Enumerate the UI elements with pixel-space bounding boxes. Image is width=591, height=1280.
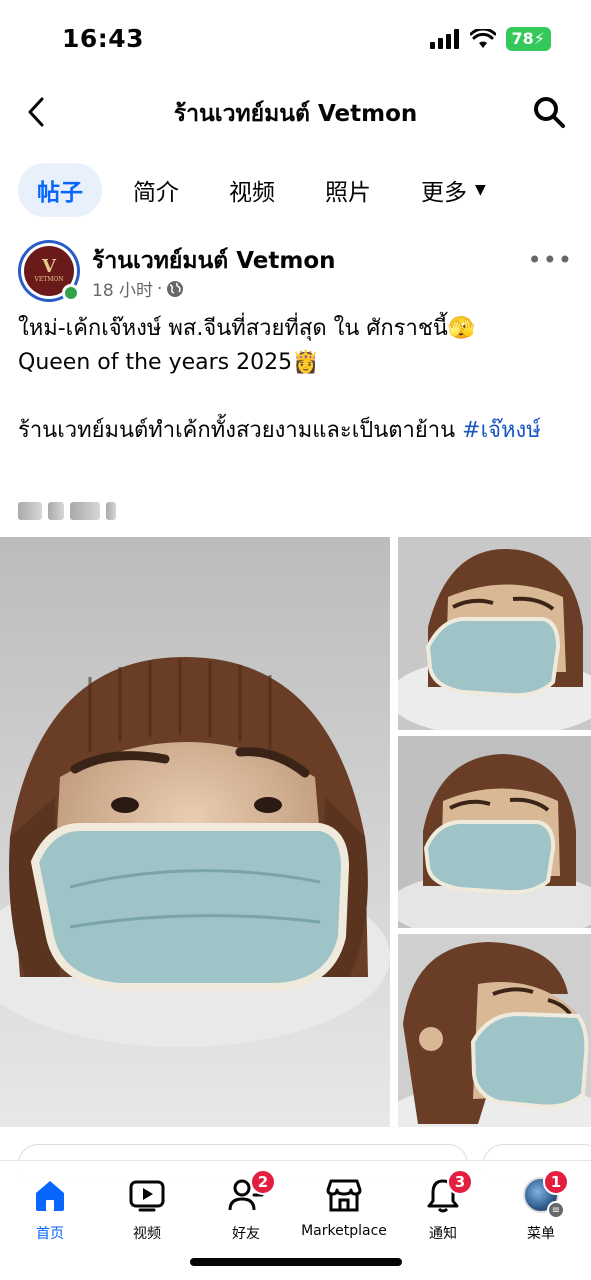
post-line-3: ร้านเวทย์มนต์ทำเค้กทั้งสวยงามและเป็นตาย้…	[18, 418, 463, 443]
status-time: 16:43	[62, 24, 145, 53]
logo-mark: V	[42, 256, 56, 277]
post-line: Queen of the years 2025👸	[18, 346, 574, 380]
cake-photo	[398, 537, 591, 730]
notification-badge: 2	[250, 1169, 276, 1195]
profile-tabs: 帖子 简介 视频 照片 更多 ▼	[18, 162, 517, 218]
globe-icon	[167, 280, 184, 297]
post-line-1: ใหม่-เค้กเจ๊หงษ์ พส.จีนที่สวยที่สุด ใน ศ…	[18, 316, 448, 341]
tab-more[interactable]: 更多 ▼	[402, 163, 505, 217]
post-line-2: Queen of the years 2025	[18, 350, 293, 375]
nav-friends[interactable]: 2 好友	[196, 1169, 296, 1255]
signal-icon	[429, 29, 459, 49]
back-button[interactable]	[18, 92, 54, 132]
nav-marketplace[interactable]: Marketplace	[294, 1175, 394, 1255]
tab-label: 更多	[421, 180, 467, 206]
home-icon	[36, 1181, 64, 1211]
post-photo-thumb-3[interactable]	[398, 934, 591, 1127]
logo-wordmark: VETMON	[34, 276, 64, 283]
search-icon	[534, 97, 565, 128]
tab-videos[interactable]: 视频	[210, 163, 294, 217]
nav-label: 通知	[429, 1226, 457, 1242]
see-translation-link[interactable]	[18, 500, 118, 522]
post-line: ใหม่-เค้กเจ๊หงษ์ พส.จีนที่สวยที่สุด ใน ศ…	[18, 312, 574, 346]
battery-level: 78	[511, 29, 534, 48]
tab-label: 简介	[133, 180, 179, 206]
post-line: ร้านเวทย์มนต์ทำเค้กทั้งสวยงามและเป็นตาย้…	[18, 414, 574, 448]
notification-badge: 3	[447, 1169, 473, 1195]
hashtag-link[interactable]: #เจ๊หงษ์	[462, 418, 541, 443]
battery-indicator: 78⚡	[505, 27, 551, 51]
wifi-icon	[469, 29, 496, 48]
tab-about[interactable]: 简介	[114, 163, 198, 217]
nav-label: 视频	[133, 1226, 161, 1242]
post-author[interactable]: ร้านเวทย์มนต์ Vetmon	[92, 243, 336, 279]
post-photo-main[interactable]	[0, 537, 390, 1127]
marketplace-icon	[326, 1179, 362, 1212]
nav-label: 好友	[232, 1226, 260, 1242]
nav-video[interactable]: 视频	[97, 1175, 197, 1255]
tab-posts[interactable]: 帖子	[18, 163, 102, 217]
online-status-dot	[62, 284, 80, 302]
nav-menu[interactable]: ≡ 1 菜单	[491, 1169, 591, 1255]
caret-down-icon: ▼	[475, 182, 486, 198]
page-header: ร้านเวทย์มนต์ Vetmon	[0, 80, 591, 142]
nav-label: 菜单	[527, 1226, 555, 1242]
princess-emoji-icon: 👸	[292, 350, 320, 375]
cake-photo	[0, 537, 390, 1127]
menu-icon: ≡	[547, 1201, 565, 1219]
charging-icon: ⚡	[533, 29, 545, 48]
chevron-left-icon	[28, 97, 44, 127]
nav-label: 首页	[36, 1226, 64, 1242]
post-header: V VETMON ร้านเวทย์มนต์ Vetmon 18 小时 · ••…	[18, 238, 573, 304]
tab-label: 视频	[229, 180, 275, 206]
nav-label: Marketplace	[301, 1223, 387, 1239]
status-bar: 16:43 78⚡	[0, 0, 591, 78]
photo-grid	[0, 537, 591, 1127]
post-time[interactable]: 18 小时	[92, 276, 153, 301]
more-options-button[interactable]: •••	[528, 246, 573, 274]
notification-badge: 1	[543, 1169, 569, 1195]
home-indicator[interactable]	[190, 1258, 402, 1266]
nav-home[interactable]: 首页	[0, 1175, 100, 1255]
post-text: ใหม่-เค้กเจ๊หงษ์ พส.จีนที่สวยที่สุด ใน ศ…	[18, 312, 574, 448]
post-photo-thumb-2[interactable]	[398, 736, 591, 928]
cake-photo	[398, 736, 591, 928]
face-peeking-emoji-icon: 🫣	[447, 316, 476, 341]
search-button[interactable]	[529, 92, 569, 132]
nav-notifications[interactable]: 3 通知	[393, 1169, 493, 1255]
tab-label: 照片	[325, 180, 371, 206]
post-photo-thumb-1[interactable]	[398, 537, 591, 730]
cake-photo	[398, 934, 591, 1127]
tab-label: 帖子	[37, 180, 83, 206]
status-icons: 78⚡	[429, 27, 551, 51]
post-meta: 18 小时 ·	[92, 276, 184, 301]
video-icon	[129, 1180, 165, 1212]
page-title: ร้านเวทย์มนต์ Vetmon	[173, 101, 418, 127]
tab-photos[interactable]: 照片	[306, 163, 390, 217]
